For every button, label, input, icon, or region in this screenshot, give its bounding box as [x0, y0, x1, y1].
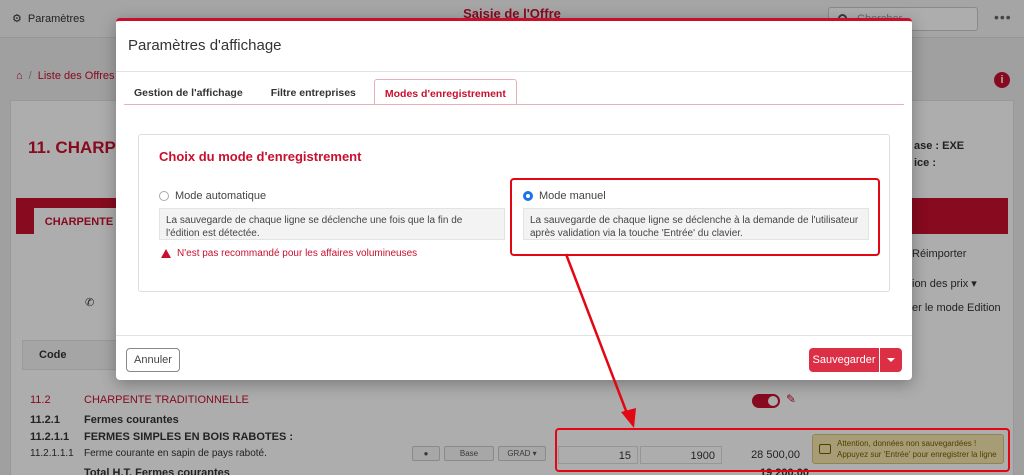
tabs-underline — [124, 104, 904, 105]
auto-description: La sauvegarde de chaque ligne se déclenc… — [159, 208, 505, 240]
save-options-dropdown[interactable] — [880, 348, 902, 372]
tab-gestion-affichage[interactable]: Gestion de l'affichage — [124, 79, 253, 105]
modal-tabs: Gestion de l'affichage Filtre entreprise… — [124, 79, 517, 105]
auto-warning-text: N'est pas recommandé pour les affaires v… — [177, 248, 418, 259]
modal-footer-divider — [116, 335, 912, 336]
cancel-button[interactable]: Annuler — [126, 348, 180, 372]
radio-label: Mode automatique — [175, 190, 267, 202]
tab-modes-enregistrement[interactable]: Modes d'enregistrement — [373, 79, 517, 105]
warning-icon — [161, 249, 171, 258]
section-title: Choix du mode d'enregistrement — [159, 149, 362, 164]
modal-divider — [116, 71, 912, 72]
save-button[interactable]: Sauvegarder — [809, 348, 879, 372]
tab-filtre-entreprises[interactable]: Filtre entreprises — [261, 79, 366, 105]
radio-mode-automatique[interactable]: Mode automatique — [159, 190, 266, 202]
radio-button[interactable] — [159, 191, 169, 201]
row-highlight — [555, 428, 1010, 472]
auto-warning: N'est pas recommandé pour les affaires v… — [161, 248, 417, 259]
manual-mode-highlight — [510, 178, 880, 256]
modal-title: Paramètres d'affichage — [128, 37, 282, 54]
